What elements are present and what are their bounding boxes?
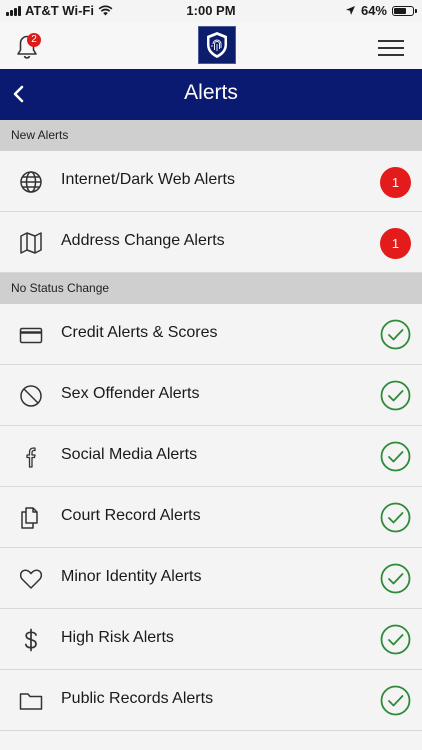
status-bar: AT&T Wi-Fi 1:00 PM 64% (0, 0, 422, 22)
globe-icon (20, 171, 42, 193)
check-circle-icon (380, 319, 411, 350)
alert-row-internet-dark-web[interactable]: Internet/Dark Web Alerts 1 (0, 151, 422, 212)
status-right: 64% (345, 3, 417, 18)
alert-label: Credit Alerts & Scores (61, 324, 218, 341)
alert-row-social-media[interactable]: Social Media Alerts (0, 426, 422, 487)
nav-bar: Alerts (0, 69, 422, 120)
top-header: 2 (0, 22, 422, 69)
facebook-icon (26, 447, 36, 468)
alert-count-badge: 1 (380, 167, 411, 198)
alert-label: Sex Offender Alerts (61, 385, 200, 402)
location-arrow-icon (345, 6, 355, 15)
heart-icon (19, 569, 43, 589)
check-circle-icon (380, 380, 411, 411)
alert-label: Public Records Alerts (61, 690, 214, 707)
check-circle-icon (380, 624, 411, 655)
alert-row-minor-identity[interactable]: Minor Identity Alerts (0, 548, 422, 609)
notification-badge: 2 (27, 33, 41, 47)
battery-percent: 64% (360, 3, 387, 18)
check-circle-icon (380, 502, 411, 533)
page-title: Alerts (184, 81, 238, 104)
alert-row-sex-offender[interactable]: Sex Offender Alerts (0, 365, 422, 426)
documents-icon (21, 507, 38, 529)
map-icon (20, 232, 42, 254)
fingerprint-shield-icon[interactable] (198, 26, 236, 64)
alert-label: Court Record Alerts (61, 507, 201, 524)
alert-row-court-record[interactable]: Court Record Alerts (0, 487, 422, 548)
alert-row-address-change[interactable]: Address Change Alerts 1 (0, 212, 422, 273)
credit-card-icon (19, 327, 43, 344)
alert-label: Address Change Alerts (61, 232, 225, 249)
alert-count-badge: 1 (380, 228, 411, 259)
alert-label: Social Media Alerts (61, 446, 198, 463)
folder-icon (19, 693, 43, 710)
alert-label: High Risk Alerts (61, 629, 174, 646)
check-circle-icon (380, 563, 411, 594)
hamburger-icon[interactable] (378, 40, 404, 56)
dollar-icon (24, 628, 37, 652)
alert-row-credit[interactable]: Credit Alerts & Scores (0, 304, 422, 365)
prohibited-icon (20, 385, 42, 407)
logo-shield-icon (207, 32, 227, 58)
battery-fill (394, 7, 406, 14)
alert-row-public-records[interactable]: Public Records Alerts (0, 670, 422, 731)
check-circle-icon (380, 441, 411, 472)
alert-label: Minor Identity Alerts (61, 568, 202, 585)
section-header-new-alerts: New Alerts (0, 120, 422, 151)
check-circle-icon (380, 685, 411, 716)
alert-row-high-risk[interactable]: High Risk Alerts (0, 609, 422, 670)
section-header-no-status-change: No Status Change (0, 273, 422, 304)
battery-icon (392, 5, 417, 16)
alert-label: Internet/Dark Web Alerts (61, 171, 235, 188)
